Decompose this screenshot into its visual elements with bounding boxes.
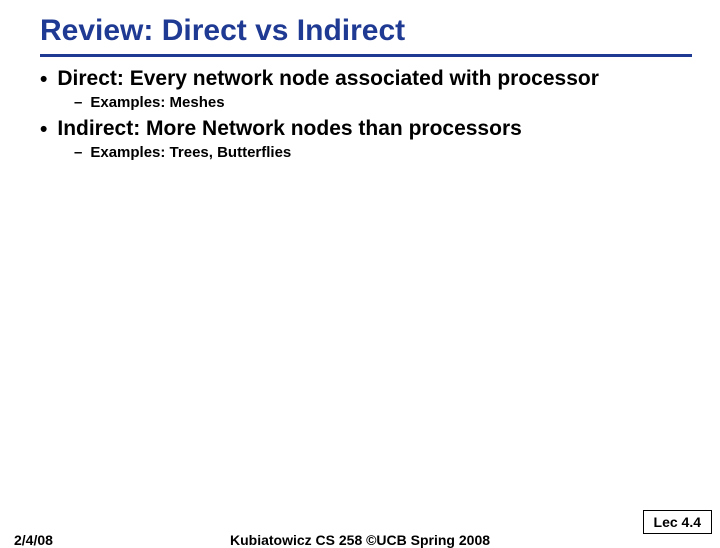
footer-date: 2/4/08 [14,532,53,548]
content-area: • Direct: Every network node associated … [40,67,692,161]
bullet-indirect: • Indirect: More Network nodes than proc… [40,117,692,142]
subbullet-indirect-example: – Examples: Trees, Butterflies [74,144,692,161]
bullet-dash-icon: – [74,94,82,111]
bullet-text: Examples: Meshes [90,94,224,111]
bullet-dot-icon: • [40,67,47,92]
bullet-text: Indirect: More Network nodes than proces… [57,117,521,141]
subbullet-direct-example: – Examples: Meshes [74,94,692,111]
bullet-dash-icon: – [74,144,82,161]
bullet-text: Examples: Trees, Butterflies [90,144,291,161]
slide: Review: Direct vs Indirect • Direct: Eve… [0,0,720,540]
bullet-dot-icon: • [40,117,47,142]
footer-course: Kubiatowicz CS 258 ©UCB Spring 2008 [230,532,490,548]
footer-lecture-number: Lec 4.4 [643,510,712,534]
bullet-text: Direct: Every network node associated wi… [57,67,599,91]
slide-title: Review: Direct vs Indirect [40,14,692,57]
bullet-direct: • Direct: Every network node associated … [40,67,692,92]
